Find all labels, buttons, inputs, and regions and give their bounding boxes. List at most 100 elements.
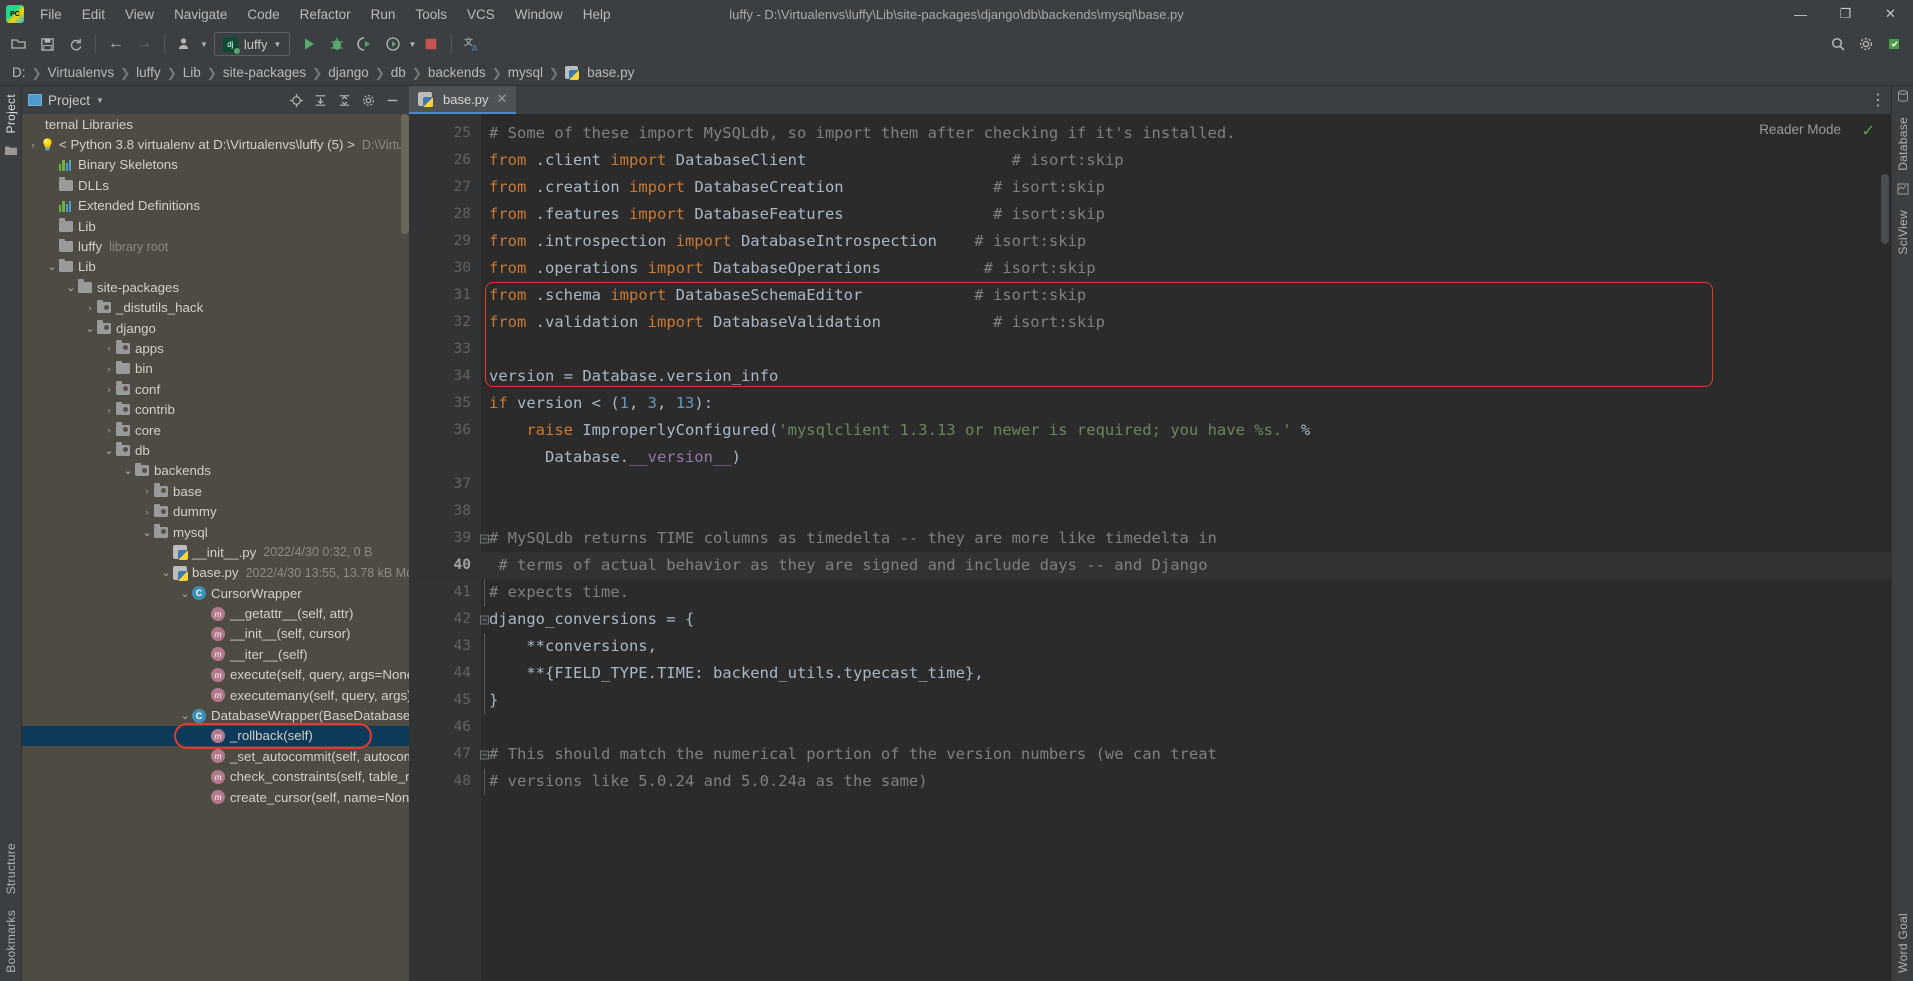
more-options-icon[interactable]: ⋮: [1865, 86, 1891, 114]
menu-item-run[interactable]: Run: [361, 3, 406, 26]
chevron-down-icon[interactable]: ⌄: [159, 566, 173, 579]
tree-row[interactable]: luffy library root: [22, 236, 409, 256]
breadcrumb-item-mysql[interactable]: mysql: [504, 64, 547, 81]
breadcrumb-item-d[interactable]: D:: [8, 64, 30, 81]
profile-run-icon[interactable]: [380, 31, 406, 57]
gear-icon[interactable]: [357, 89, 379, 111]
tool-window-button-database[interactable]: Database: [1896, 109, 1910, 179]
chevron-down-icon[interactable]: ⌄: [178, 587, 192, 600]
chevron-right-icon[interactable]: ›: [140, 507, 154, 517]
breadcrumb-item-virtualenvs[interactable]: Virtualenvs: [44, 64, 119, 81]
close-button[interactable]: ✕: [1868, 0, 1913, 28]
tree-row[interactable]: m __init__(self, cursor): [22, 624, 409, 644]
tree-row[interactable]: ⌄ C DatabaseWrapper(BaseDatabaseW: [22, 705, 409, 725]
reader-mode-label[interactable]: Reader Mode: [1759, 122, 1841, 137]
tree-row[interactable]: DLLs: [22, 175, 409, 195]
chevron-down-icon[interactable]: ⌄: [102, 444, 116, 457]
editor-tab-base-py[interactable]: base.py ✕: [409, 86, 517, 114]
updates-icon[interactable]: [1881, 31, 1907, 57]
tool-window-button-sciview[interactable]: SciView: [1896, 202, 1910, 263]
inspection-status-icon[interactable]: ✓: [1862, 121, 1875, 141]
tree-row[interactable]: ⌄ site-packages: [22, 277, 409, 297]
menu-item-tools[interactable]: Tools: [405, 3, 457, 26]
tree-row[interactable]: ⌄ mysql: [22, 522, 409, 542]
run-configuration-selector[interactable]: dj luffy ▼: [213, 32, 291, 56]
chevron-down-icon[interactable]: ⌄: [140, 526, 154, 539]
translate-icon[interactable]: 文A: [459, 31, 485, 57]
menu-item-navigate[interactable]: Navigate: [164, 3, 237, 26]
refresh-icon[interactable]: [62, 31, 88, 57]
tree-row[interactable]: Extended Definitions: [22, 196, 409, 216]
tree-row[interactable]: ⌄ C CursorWrapper: [22, 583, 409, 603]
menu-item-help[interactable]: Help: [573, 3, 621, 26]
menu-item-vcs[interactable]: VCS: [457, 3, 505, 26]
tool-window-button-project[interactable]: Project: [4, 86, 18, 141]
chevron-down-icon[interactable]: ⌄: [45, 260, 59, 273]
breadcrumb-item-luffy[interactable]: luffy: [132, 64, 165, 81]
tree-row[interactable]: › core: [22, 420, 409, 440]
scrollbar-thumb[interactable]: [401, 114, 409, 234]
tree-row[interactable]: ternal Libraries: [22, 114, 409, 134]
save-icon[interactable]: [34, 31, 60, 57]
menu-item-code[interactable]: Code: [237, 3, 289, 26]
search-icon[interactable]: [1825, 31, 1851, 57]
tool-window-button-word-goal[interactable]: Word Goal: [1896, 905, 1910, 981]
tool-window-button-structure[interactable]: Structure: [4, 835, 18, 902]
tree-row[interactable]: ⌄ Lib: [22, 257, 409, 277]
breadcrumb-item-db[interactable]: db: [387, 64, 410, 81]
menu-item-file[interactable]: File: [30, 3, 72, 26]
tree-row[interactable]: › bin: [22, 359, 409, 379]
project-tree[interactable]: ternal Libraries › 💡 < Python 3.8 virtualen…: [22, 114, 409, 981]
chevron-down-icon[interactable]: ⌄: [121, 464, 135, 477]
close-icon[interactable]: ✕: [497, 91, 508, 107]
folder-open-icon[interactable]: [6, 31, 32, 57]
chevron-right-icon[interactable]: ›: [102, 405, 116, 415]
tree-row[interactable]: ⌄ django: [22, 318, 409, 338]
collapse-all-icon[interactable]: [333, 89, 355, 111]
tree-row[interactable]: __init__.py 2022/4/30 0:32, 0 B: [22, 542, 409, 562]
menu-item-refactor[interactable]: Refactor: [290, 3, 361, 26]
tree-row[interactable]: m __getattr__(self, attr): [22, 603, 409, 623]
user-dropdown-caret-icon[interactable]: ▼: [200, 40, 208, 49]
coverage-icon[interactable]: [352, 31, 378, 57]
chevron-right-icon[interactable]: ›: [102, 364, 116, 374]
profile-dropdown-caret-icon[interactable]: ▼: [408, 40, 416, 49]
chevron-right-icon[interactable]: ›: [83, 303, 97, 313]
chevron-right-icon[interactable]: ›: [102, 384, 116, 394]
tool-window-button-bookmarks[interactable]: Bookmarks: [4, 902, 18, 981]
chevron-right-icon[interactable]: ›: [26, 140, 40, 150]
tree-row[interactable]: › 💡 < Python 3.8 virtualenv at D:\Virtuale…: [22, 134, 410, 154]
gear-icon[interactable]: [1853, 31, 1879, 57]
code-viewport[interactable]: 25 26 27 28 29 30 31 32 33 34 35 36 37 38 39−40 41 42−43…: [409, 114, 1891, 981]
tree-row[interactable]: › dummy: [22, 501, 409, 521]
breadcrumb-item-backends[interactable]: backends: [424, 64, 490, 81]
code-content[interactable]: # Some of these import MySQLdb, so impor…: [481, 114, 1891, 981]
chevron-down-icon[interactable]: ▼: [96, 96, 104, 105]
tree-row[interactable]: m _set_autocommit(self, autocomm: [22, 746, 409, 766]
chevron-right-icon[interactable]: ›: [102, 425, 116, 435]
back-arrow-icon[interactable]: ←: [103, 31, 129, 57]
chevron-down-icon[interactable]: ⌄: [178, 709, 192, 722]
tree-row[interactable]: › contrib: [22, 399, 409, 419]
tree-row[interactable]: Lib: [22, 216, 409, 236]
chevron-down-icon[interactable]: ⌄: [64, 281, 78, 294]
locate-icon[interactable]: [285, 89, 307, 111]
tree-row[interactable]: m execute(self, query, args=None: [22, 665, 409, 685]
user-icon[interactable]: [172, 31, 198, 57]
minimize-button[interactable]: —: [1778, 0, 1823, 28]
breadcrumb-item-sitepackages[interactable]: site-packages: [219, 64, 310, 81]
tree-row[interactable]: m __iter__(self): [22, 644, 409, 664]
project-panel-title-group[interactable]: Project ▼: [28, 93, 104, 108]
stop-icon[interactable]: [418, 31, 444, 57]
debug-icon[interactable]: [324, 31, 350, 57]
chevron-right-icon[interactable]: ›: [140, 486, 154, 496]
tree-row[interactable]: › apps: [22, 338, 409, 358]
breadcrumb-item-basepy[interactable]: base.py: [561, 64, 638, 81]
tree-row[interactable]: ⌄ db: [22, 440, 409, 460]
tree-row[interactable]: Binary Skeletons: [22, 155, 409, 175]
run-icon[interactable]: [296, 31, 322, 57]
menu-item-window[interactable]: Window: [505, 3, 573, 26]
chevron-right-icon[interactable]: ›: [102, 343, 116, 353]
menu-item-view[interactable]: View: [115, 3, 164, 26]
tree-row[interactable]: › base: [22, 481, 409, 501]
